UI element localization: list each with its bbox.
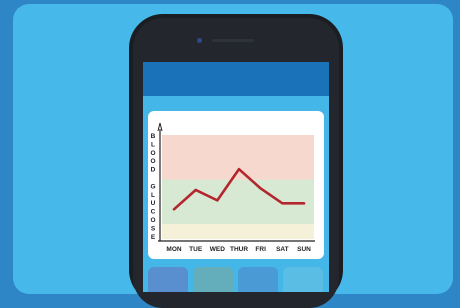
- x-tick-labels: MON TUE WED THUR FRI SAT SUN: [166, 246, 311, 253]
- x-tick-label: WED: [210, 246, 225, 253]
- y-axis-label-letter: B: [151, 133, 156, 140]
- app-header-bar: [143, 62, 329, 96]
- x-tick-label: FRI: [255, 246, 266, 253]
- x-tick-label: SAT: [276, 246, 289, 253]
- y-axis-label-letter: L: [151, 141, 155, 148]
- earpiece-speaker-icon: [212, 39, 254, 42]
- y-axis-label-letter: E: [151, 234, 156, 241]
- app-tile[interactable]: [148, 267, 188, 292]
- y-axis-label-letter: L: [151, 192, 155, 199]
- chart-card: BLOODGLUCOSE MON TUE WED THUR FRI SAT SUN: [148, 111, 324, 259]
- x-tick-label: MON: [166, 246, 181, 253]
- app-tile[interactable]: [193, 267, 233, 292]
- y-axis-label-letter: O: [150, 158, 155, 165]
- x-tick-label: THUR: [230, 246, 248, 253]
- app-tile[interactable]: [283, 267, 323, 292]
- y-axis-label-letter: U: [151, 200, 156, 207]
- x-tick-label: SUN: [297, 246, 311, 253]
- front-camera-icon: [197, 38, 202, 43]
- y-axis-label-letter: C: [151, 209, 156, 216]
- range-bands: [162, 135, 314, 239]
- range-band-0: [162, 224, 314, 239]
- y-axis-label-letter: O: [150, 217, 155, 224]
- phone-screen: BLOODGLUCOSE MON TUE WED THUR FRI SAT SUN: [143, 62, 329, 292]
- range-band-1: [162, 179, 314, 225]
- y-axis-label-letter: S: [151, 225, 156, 232]
- blood-glucose-chart: BLOODGLUCOSE MON TUE WED THUR FRI SAT SUN: [150, 122, 315, 253]
- y-axis-label-letter: D: [151, 167, 156, 174]
- y-axis-label-letter: G: [150, 183, 155, 190]
- y-axis-label: BLOODGLUCOSE: [150, 133, 155, 241]
- x-tick-label: TUE: [189, 246, 203, 253]
- y-axis-label-letter: O: [150, 150, 155, 157]
- app-tile[interactable]: [238, 267, 278, 292]
